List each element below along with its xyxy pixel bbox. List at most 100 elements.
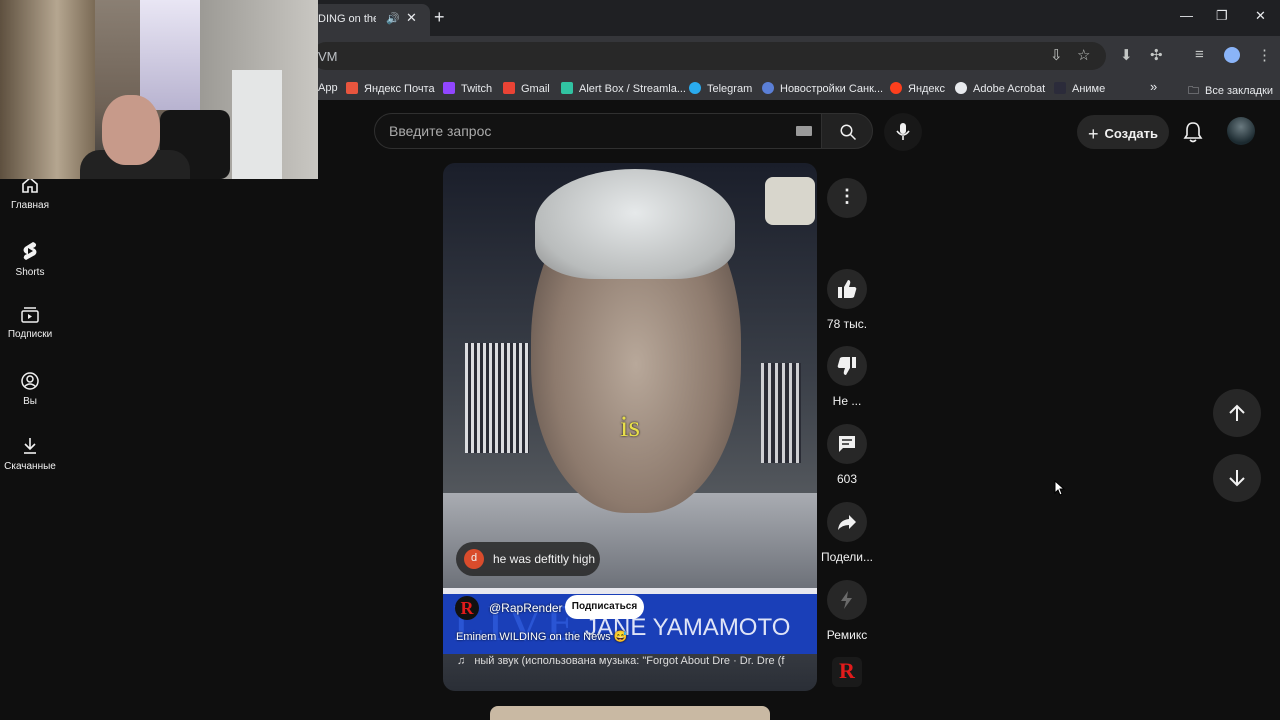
sidebar-item-label: Подписки xyxy=(7,329,53,340)
bookmark-label: Аниме xyxy=(1072,83,1106,95)
menu-kebab-icon[interactable]: ⋮ xyxy=(1257,46,1272,64)
short-title[interactable]: Eminem WILDING on the News 😅 xyxy=(456,630,627,643)
bookmark-item[interactable]: App xyxy=(318,82,338,94)
search-input[interactable]: Введите запрос xyxy=(374,113,822,149)
mail-icon xyxy=(346,82,358,94)
webcam-overlay xyxy=(0,0,318,179)
search-button[interactable] xyxy=(821,113,873,149)
you-icon xyxy=(21,372,39,390)
bookmark-label: Новостройки Санк... xyxy=(780,83,884,95)
share-label: Подели... xyxy=(820,550,874,564)
close-window-icon[interactable]: ✕ xyxy=(1255,8,1266,24)
new-tab-button[interactable]: + xyxy=(434,7,445,28)
channel-name[interactable]: @RapRender xyxy=(489,601,563,615)
bell-icon xyxy=(1183,122,1203,143)
more-bookmarks-icon[interactable]: » xyxy=(1150,79,1157,94)
share-icon xyxy=(838,515,856,530)
previous-short-button[interactable] xyxy=(1213,389,1261,437)
thumbs-up-icon xyxy=(838,280,857,298)
bookmark-item[interactable]: Adobe Acrobat xyxy=(955,82,1045,95)
video-background xyxy=(761,363,801,463)
bookmark-item[interactable]: Яндекс Почта xyxy=(346,82,435,95)
media-controls-icon[interactable]: ≡ xyxy=(1195,46,1204,63)
bookmark-item[interactable]: Аниме xyxy=(1054,82,1105,95)
dislike-label: Не ... xyxy=(832,394,862,408)
bookmark-label: Adobe Acrobat xyxy=(973,83,1046,95)
channel-avatar[interactable]: R xyxy=(455,596,479,620)
install-app-icon[interactable]: ⇩ xyxy=(1050,46,1063,64)
thumbs-down-icon xyxy=(837,357,856,375)
profile-icon[interactable] xyxy=(1224,47,1240,63)
close-tab-icon[interactable]: ✕ xyxy=(406,10,417,26)
sidebar-item-you[interactable]: Вы xyxy=(0,372,60,407)
account-avatar[interactable] xyxy=(1227,117,1255,145)
bookmark-star-icon[interactable]: ☆ xyxy=(1077,46,1090,64)
dislike-button[interactable]: Не ... xyxy=(817,346,877,408)
bookmark-label: Twitch xyxy=(461,83,493,95)
bookmark-item[interactable]: Telegram xyxy=(689,82,752,95)
share-button[interactable]: Подели... xyxy=(817,502,877,564)
bookmark-item[interactable]: Gmail xyxy=(503,82,550,95)
bookmark-item[interactable]: Twitch xyxy=(443,82,492,95)
folder-icon: 🗀 xyxy=(1188,85,1199,97)
keyboard-icon[interactable] xyxy=(796,126,812,136)
music-info[interactable]: ♫ ный звук (использована музыка: "Forgot… xyxy=(457,655,807,667)
video-caption: is xyxy=(620,410,641,443)
subscribe-button[interactable]: Подписаться xyxy=(565,595,644,619)
maximize-icon[interactable]: ❐ xyxy=(1216,8,1228,24)
comment-avatar: d xyxy=(464,549,484,569)
sidebar-item-subscriptions[interactable]: Подписки xyxy=(0,307,60,340)
downloads-icon xyxy=(24,438,36,454)
voice-search-button[interactable] xyxy=(884,113,922,151)
plus-icon: + xyxy=(1088,124,1099,144)
remix-channel-logo[interactable]: R xyxy=(832,657,862,687)
all-bookmarks-label: Все закладки xyxy=(1205,85,1274,97)
download-icon[interactable]: ⬇ xyxy=(1120,46,1133,64)
browser-tab-active[interactable]: DING on the N 🔊 ✕ xyxy=(312,4,430,36)
sidebar-item-downloads[interactable]: Скачанные xyxy=(0,437,60,472)
bookmark-item[interactable]: Новостройки Санк... xyxy=(762,82,883,95)
arrow-down-icon xyxy=(1229,470,1245,487)
create-button[interactable]: + Создать xyxy=(1077,115,1169,149)
webcam-person xyxy=(102,95,160,165)
all-bookmarks-button[interactable]: 🗀 Все закладки xyxy=(1188,82,1273,101)
webcam-background xyxy=(0,0,95,179)
sidebar-item-label: Главная xyxy=(10,200,50,211)
bookmark-label: Яндекс xyxy=(908,83,945,95)
search-icon xyxy=(840,124,857,141)
bookmark-label: Яндекс Почта xyxy=(364,83,435,95)
more-options-button[interactable]: ⋮ xyxy=(827,178,867,218)
globe-icon xyxy=(955,82,967,94)
pinned-comment: d he was deftitly high xyxy=(456,542,600,576)
sidebar-item-shorts[interactable]: Shorts xyxy=(0,241,60,278)
sidebar-item-label: Скачанные xyxy=(4,461,56,472)
webcam-background xyxy=(140,0,200,110)
comment-count: 603 xyxy=(836,472,858,486)
yandex-icon xyxy=(890,82,902,94)
remix-icon xyxy=(841,591,852,609)
bookmark-item[interactable]: Яндекс xyxy=(890,82,945,95)
subscriptions-icon xyxy=(21,307,39,323)
bookmark-item[interactable]: Alert Box / Streamla... xyxy=(561,82,686,95)
next-short-button[interactable] xyxy=(1213,454,1261,502)
microphone-icon xyxy=(896,123,910,140)
next-short-preview[interactable] xyxy=(490,706,770,720)
bookmark-label: Alert Box / Streamla... xyxy=(579,83,686,95)
like-button[interactable]: 78 тыс. xyxy=(817,269,877,331)
minimize-icon[interactable]: — xyxy=(1180,8,1193,23)
video-background xyxy=(465,343,529,453)
notifications-button[interactable] xyxy=(1183,121,1203,148)
search-placeholder: Введите запрос xyxy=(389,123,492,139)
twitch-icon xyxy=(443,82,455,94)
speaker-icon[interactable]: 🔊 xyxy=(386,12,400,25)
sidebar-item-home[interactable]: Главная xyxy=(0,176,60,211)
bookmark-label: Gmail xyxy=(521,83,550,95)
remix-label: Ремикс xyxy=(826,628,868,642)
comments-button[interactable]: 603 xyxy=(817,424,877,486)
remix-button[interactable]: Ремикс xyxy=(817,580,877,642)
extensions-icon[interactable]: ✣ xyxy=(1150,46,1163,64)
address-text: VM xyxy=(318,49,338,64)
mouse-cursor-icon xyxy=(1054,479,1066,501)
address-bar[interactable]: VM xyxy=(312,42,1106,70)
video-background xyxy=(765,177,815,225)
